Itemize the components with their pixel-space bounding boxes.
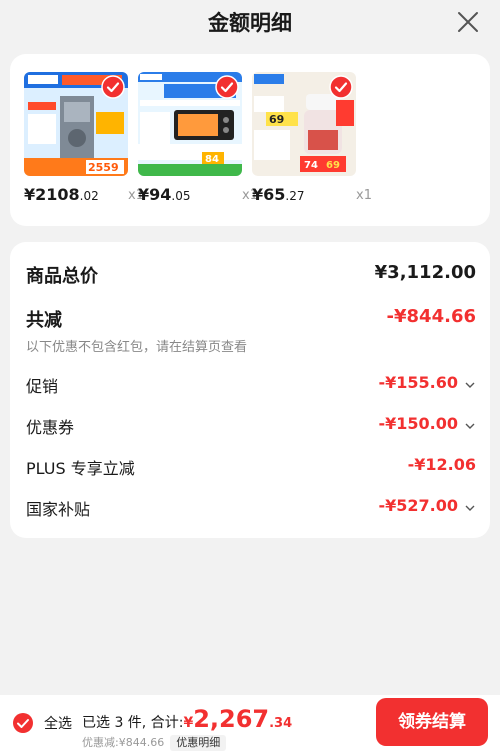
product-item[interactable]: 2559 ¥2108.02 x1 [24, 72, 144, 204]
header: 金额明细 [0, 0, 500, 48]
total-reduce-value: -¥844.66 [386, 306, 476, 327]
discount-value: -¥527.00 [378, 496, 458, 515]
discount-row-subsidy[interactable]: 国家补贴 -¥527.00 [26, 496, 476, 520]
svg-text:69: 69 [326, 160, 340, 171]
product-price-row: ¥65.27 x1 [252, 185, 372, 207]
product-thumbnail[interactable]: 2559 [24, 72, 128, 176]
discount-amount: 优惠减:¥844.66 [82, 736, 165, 749]
discount-value: -¥150.00 [378, 414, 458, 433]
product-item[interactable]: 84 ¥94.05 x1 [138, 72, 258, 204]
discount-label: 国家补贴 [26, 500, 91, 519]
total-price-label: 商品总价 [26, 266, 98, 287]
product-item[interactable]: 69 74 69 ¥65.27 x1 [252, 72, 372, 204]
selected-check-icon[interactable] [101, 75, 125, 99]
discount-note: 以下优惠不包含红包，请在结算页查看 [26, 340, 248, 355]
total-currency: ¥ [183, 715, 194, 731]
chevron-down-icon[interactable] [464, 502, 476, 514]
product-thumbnail[interactable]: 69 74 69 [252, 72, 356, 176]
product-price: ¥65.27 [252, 185, 305, 204]
chevron-down-icon[interactable] [464, 379, 476, 391]
discount-label: PLUS 专享立减 [26, 459, 135, 478]
total-price-row: 商品总价 ¥3,112.00 [26, 262, 476, 287]
chevron-down-icon[interactable] [464, 420, 476, 432]
discount-value: -¥12.06 [407, 455, 476, 474]
checkout-bar: 全选 已选 3 件, 合计:¥2,267.34 优惠减:¥844.66 优惠明细 … [0, 695, 500, 753]
select-all-label[interactable]: 全选 [44, 713, 72, 733]
discount-detail-button[interactable]: 优惠明细 [170, 735, 227, 751]
total-reduce-row: 共减 -¥844.66 [26, 306, 476, 331]
products-card: 2559 ¥2108.02 x1 84 ¥94.05 x1 69 74 69 ¥… [10, 54, 490, 226]
checkout-button[interactable]: 领券结算 [376, 698, 488, 746]
total-reduce-label: 共减 [26, 310, 62, 331]
discount-label: 促销 [26, 377, 59, 396]
product-price-row: ¥94.05 x1 [138, 185, 258, 207]
order-total: 已选 3 件, 合计:¥2,267.34 [82, 705, 292, 733]
product-price: ¥2108.02 [24, 185, 99, 204]
product-price-row: ¥2108.02 x1 [24, 185, 144, 207]
selected-count: 已选 3 件, 合计: [82, 715, 184, 731]
discount-row-plus: PLUS 专享立减 -¥12.06 [26, 455, 476, 479]
discount-value: -¥155.60 [378, 373, 458, 392]
close-icon[interactable] [456, 10, 480, 34]
selected-check-icon[interactable] [215, 75, 239, 99]
discount-label: 优惠券 [26, 418, 75, 437]
discount-row-promotion[interactable]: 促销 -¥155.60 [26, 373, 476, 397]
product-price: ¥94.05 [138, 185, 191, 204]
total-amount-decimal: .34 [269, 716, 293, 731]
discount-summary: 优惠减:¥844.66 优惠明细 [82, 734, 227, 751]
product-thumbnail[interactable]: 84 [138, 72, 242, 176]
selected-check-icon[interactable] [329, 75, 353, 99]
discount-row-coupon[interactable]: 优惠券 -¥150.00 [26, 414, 476, 438]
product-quantity: x1 [356, 188, 372, 203]
svg-text:84: 84 [205, 154, 219, 165]
select-all-check-icon[interactable] [12, 712, 34, 734]
svg-text:2559: 2559 [88, 161, 119, 174]
page-title: 金额明细 [208, 11, 292, 35]
total-amount: 2,267 [193, 705, 270, 733]
total-price-value: ¥3,112.00 [374, 262, 476, 283]
svg-text:74: 74 [304, 160, 318, 171]
svg-text:69: 69 [269, 113, 284, 126]
price-summary-card: 商品总价 ¥3,112.00 共减 -¥844.66 以下优惠不包含红包，请在结… [10, 242, 490, 538]
